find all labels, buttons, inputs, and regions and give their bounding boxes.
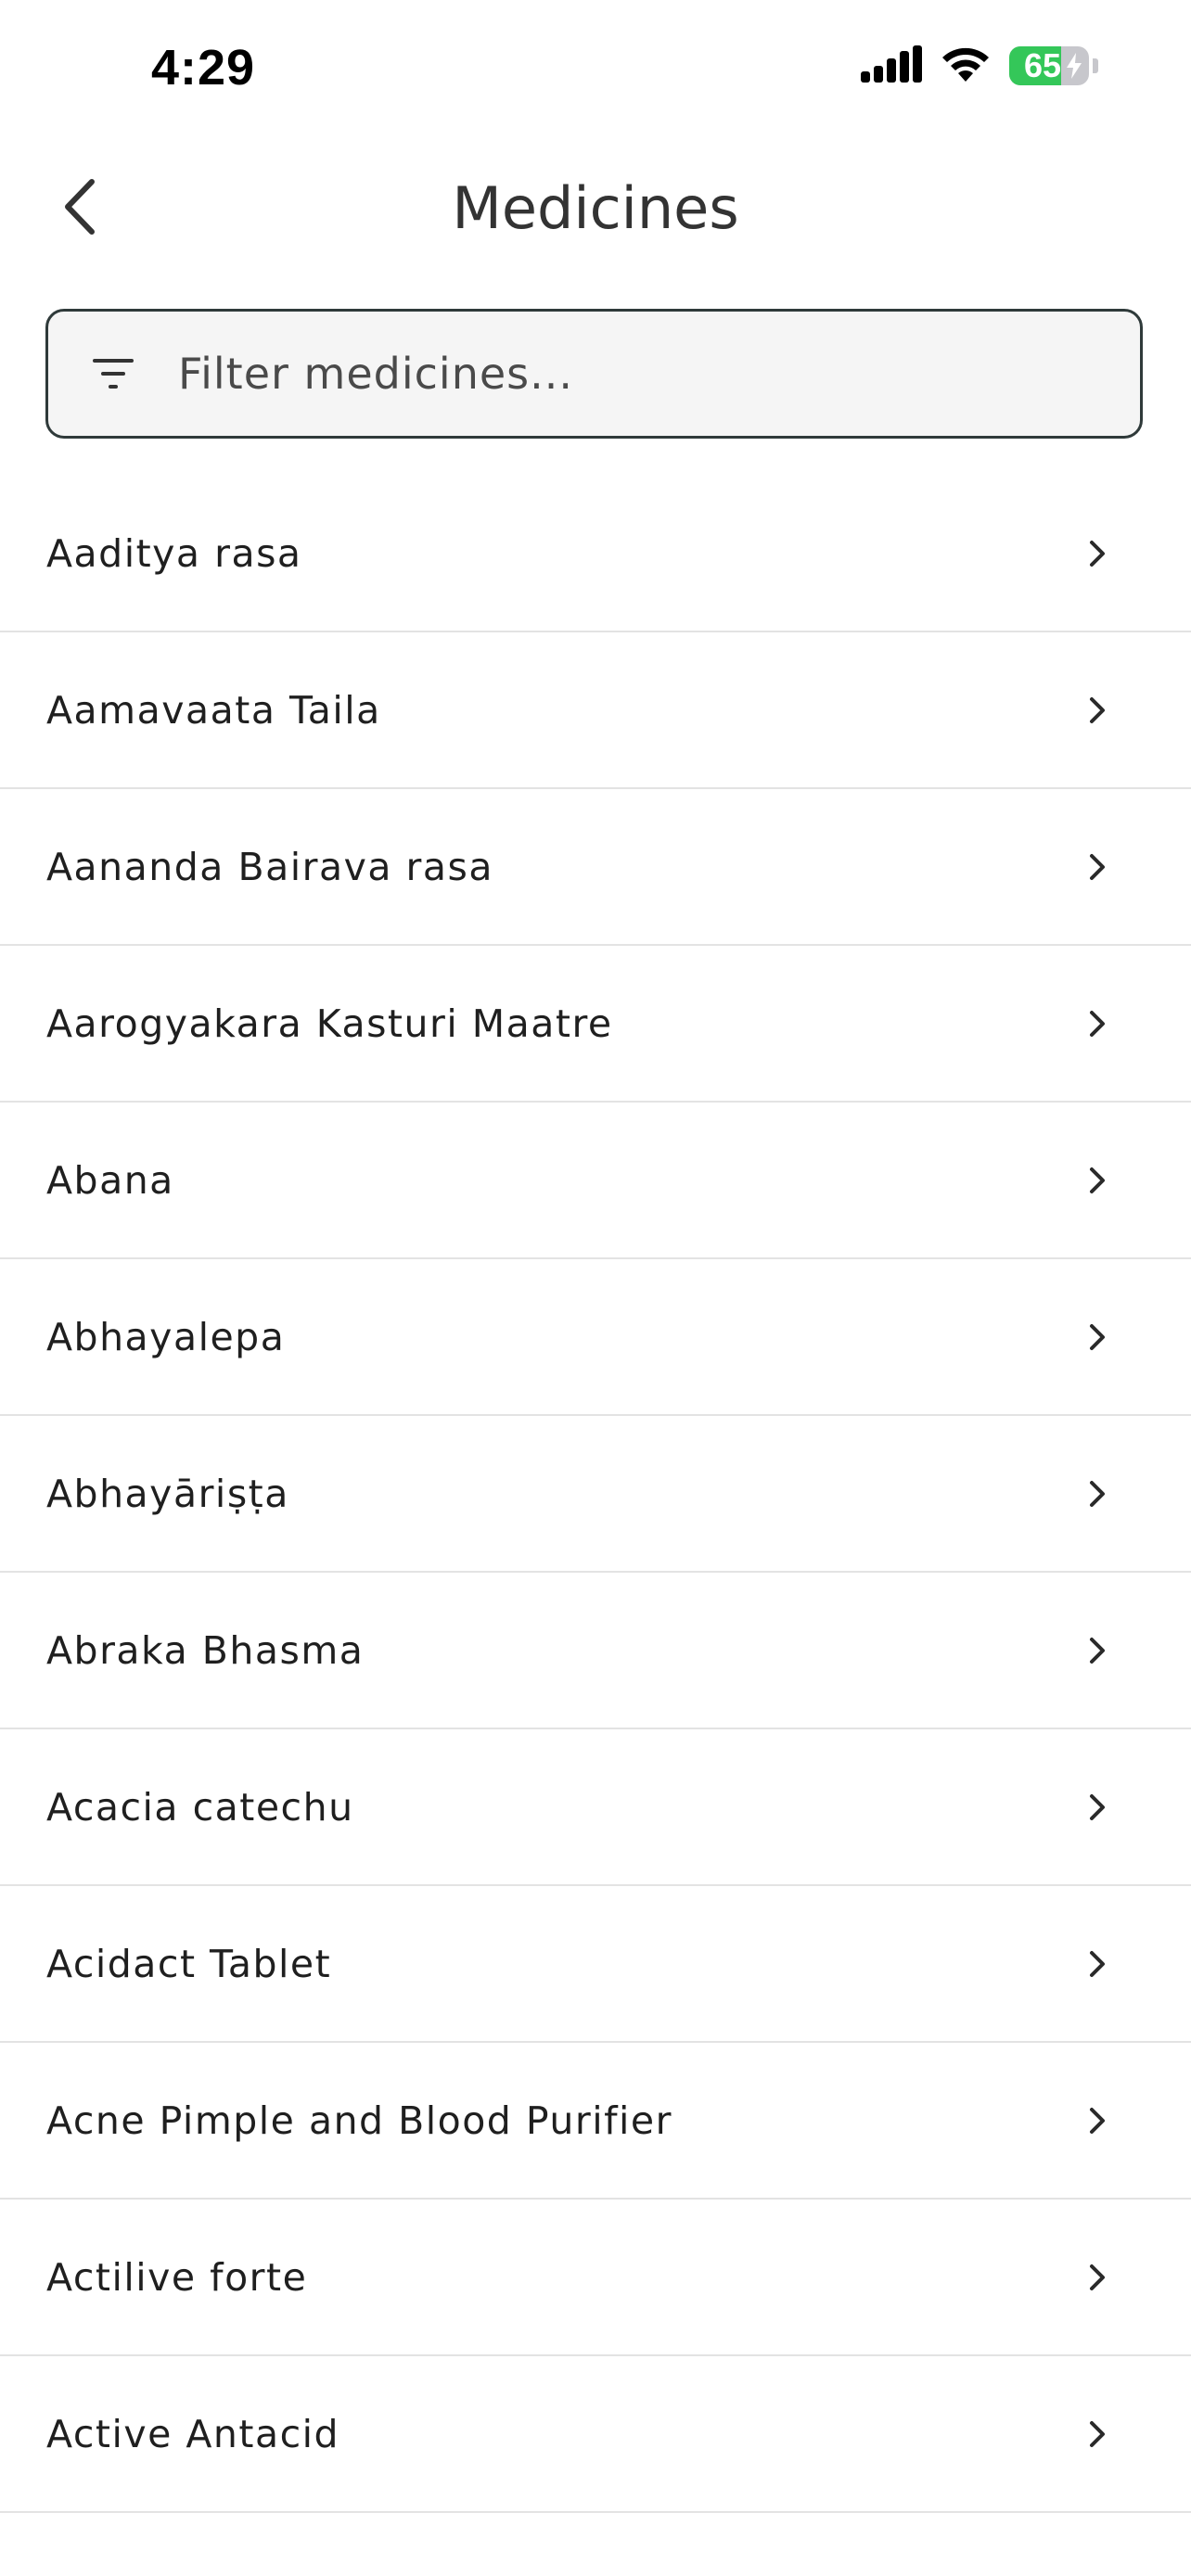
medicine-name: Aananda Bairava rasa — [46, 844, 493, 889]
filter-field[interactable] — [45, 309, 1143, 439]
medicine-name: Aamavaata Taila — [46, 687, 381, 733]
battery-indicator: 65 — [1009, 46, 1089, 85]
filter-icon — [85, 357, 141, 390]
status-icons: 65 — [861, 45, 1098, 87]
medicine-name: Aarogyakara Kasturi Maatre — [46, 1001, 613, 1046]
medicine-name: Abhayāriṣṭa — [46, 1471, 289, 1516]
nav-header: Medicines — [0, 139, 1191, 278]
chevron-right-icon — [1083, 2105, 1111, 2136]
medicine-name: Abhayalepa — [46, 1314, 286, 1359]
list-item[interactable]: Aamavaata Taila — [0, 632, 1191, 789]
list-item[interactable]: Acidact Tablet — [0, 1886, 1191, 2043]
medicine-name: Acne Pimple and Blood Purifier — [46, 2098, 672, 2143]
page-title: Medicines — [452, 174, 739, 242]
filter-input[interactable] — [176, 348, 1140, 400]
list-item[interactable]: Acne Pimple and Blood Purifier — [0, 2043, 1191, 2200]
chevron-right-icon — [1083, 851, 1111, 883]
medicine-name: Acacia catechu — [46, 1784, 354, 1830]
chevron-right-icon — [1083, 2418, 1111, 2450]
chevron-right-icon — [1083, 1478, 1111, 1510]
medicines-list: Aaditya rasa Aamavaata Taila Aananda Baira… — [0, 476, 1191, 2513]
list-item[interactable]: Abhayāriṣṭa — [0, 1416, 1191, 1573]
chevron-right-icon — [1083, 1635, 1111, 1666]
list-item[interactable]: Active Antacid — [0, 2356, 1191, 2513]
medicine-name: Acidact Tablet — [46, 1941, 332, 1986]
chevron-right-icon — [1083, 695, 1111, 726]
status-bar: 4:29 65 — [0, 0, 1191, 139]
medicine-name: Active Antacid — [46, 2411, 340, 2456]
wifi-icon — [939, 45, 992, 87]
medicine-name: Actilive forte — [46, 2254, 308, 2300]
chevron-right-icon — [1083, 2262, 1111, 2293]
chevron-right-icon — [1083, 1321, 1111, 1353]
list-item[interactable]: Aaditya rasa — [0, 476, 1191, 632]
chevron-right-icon — [1083, 1008, 1111, 1039]
cellular-signal-icon — [861, 45, 922, 86]
list-item[interactable]: Abhayalepa — [0, 1259, 1191, 1416]
chevron-right-icon — [1083, 1792, 1111, 1823]
list-item[interactable]: Actilive forte — [0, 2200, 1191, 2356]
chevron-right-icon — [1083, 1948, 1111, 1980]
medicine-name: Abraka Bhasma — [46, 1627, 365, 1673]
charging-bolt-icon — [1065, 53, 1083, 83]
medicine-name: Abana — [46, 1157, 174, 1203]
battery-cap — [1093, 58, 1098, 73]
chevron-right-icon — [1083, 538, 1111, 569]
status-time: 4:29 — [151, 40, 256, 96]
list-item[interactable]: Acacia catechu — [0, 1729, 1191, 1886]
list-item[interactable]: Abraka Bhasma — [0, 1573, 1191, 1729]
list-item[interactable]: Aarogyakara Kasturi Maatre — [0, 946, 1191, 1103]
medicine-name: Aaditya rasa — [46, 530, 302, 576]
list-item[interactable]: Abana — [0, 1103, 1191, 1259]
list-item[interactable]: Aananda Bairava rasa — [0, 789, 1191, 946]
chevron-right-icon — [1083, 1165, 1111, 1196]
